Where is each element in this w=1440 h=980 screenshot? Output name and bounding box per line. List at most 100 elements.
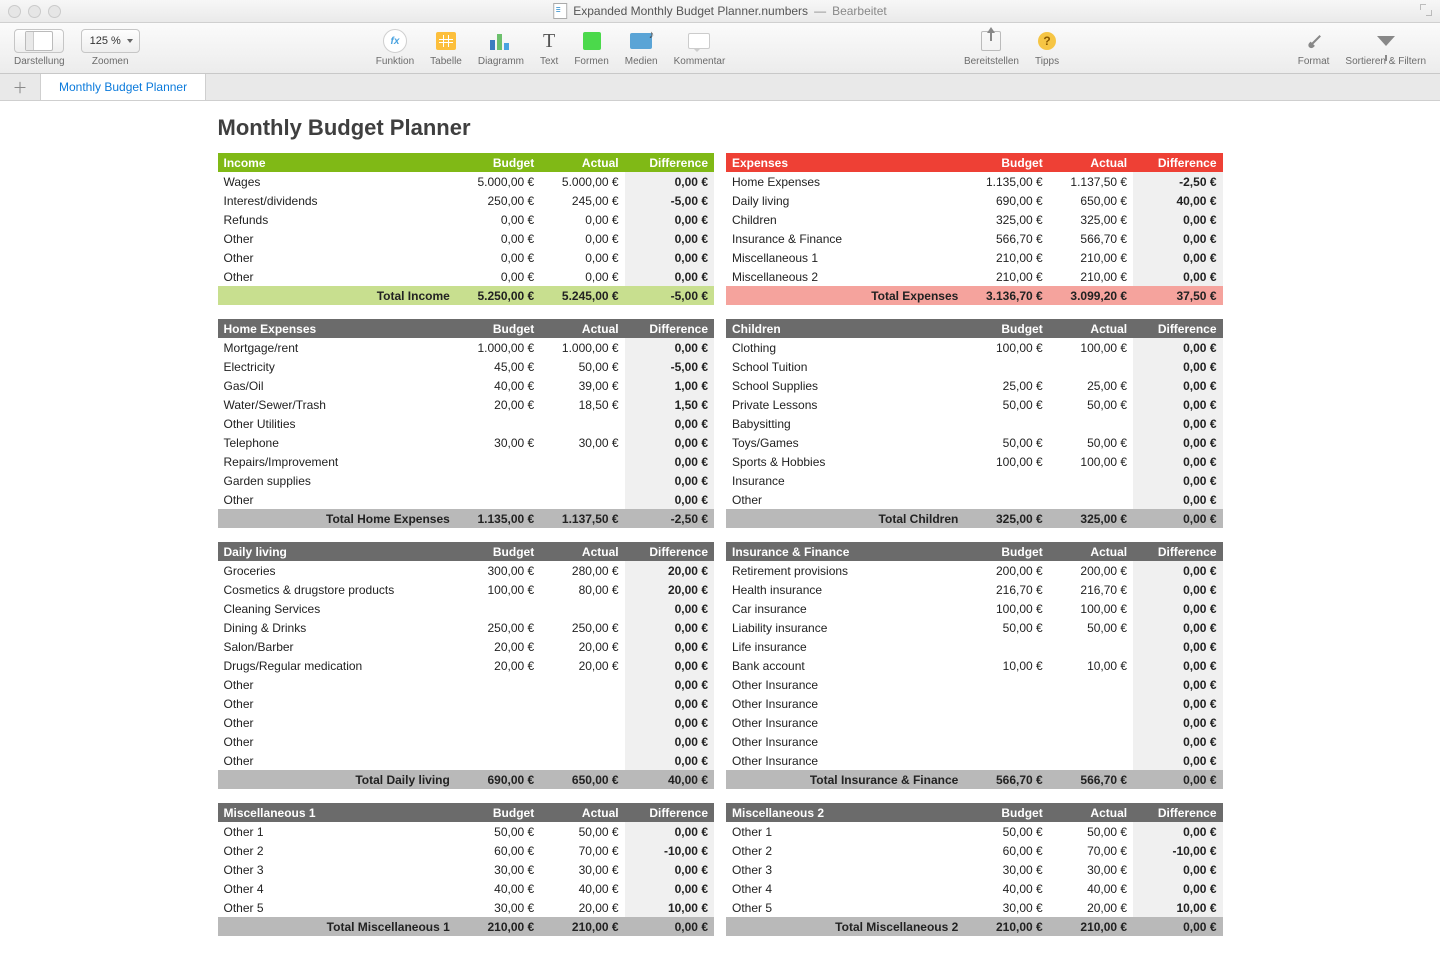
table-row[interactable]: Other 260,00 €70,00 €-10,00 € (218, 841, 715, 860)
table-row[interactable]: Telephone30,00 €30,00 €0,00 € (218, 433, 715, 452)
add-sheet-button[interactable]: ＋ (0, 74, 41, 100)
row-diff: -10,00 € (625, 841, 714, 860)
table-row[interactable]: Other 150,00 €50,00 €0,00 € (726, 822, 1223, 841)
table-row[interactable]: Other 440,00 €40,00 €0,00 € (726, 879, 1223, 898)
table-row[interactable]: Other0,00 € (218, 694, 715, 713)
table-row[interactable]: Private Lessons50,00 €50,00 €0,00 € (726, 395, 1223, 414)
table-row[interactable]: Other Insurance0,00 € (726, 751, 1223, 770)
table-row[interactable]: Other0,00 € (218, 490, 715, 509)
share-button[interactable]: Bereitstellen (964, 27, 1019, 67)
total-label: Total Income (218, 286, 456, 305)
table-miscellaneous-1[interactable]: Miscellaneous 1BudgetActualDifferenceOth… (218, 803, 715, 936)
table-row[interactable]: Other 260,00 €70,00 €-10,00 € (726, 841, 1223, 860)
table-row[interactable]: Gas/Oil40,00 €39,00 €1,00 € (218, 376, 715, 395)
table-row[interactable]: Other0,00 € (218, 732, 715, 751)
text-button[interactable]: T Text (540, 27, 558, 67)
sort-filter-button[interactable]: Sortieren & Filtern (1345, 27, 1426, 67)
table-row[interactable]: Other Insurance0,00 € (726, 675, 1223, 694)
table-row[interactable]: Other Insurance0,00 € (726, 713, 1223, 732)
row-actual (1049, 414, 1133, 433)
table-row[interactable]: Groceries300,00 €280,00 €20,00 € (218, 561, 715, 580)
row-budget: 200,00 € (964, 561, 1048, 580)
table-row[interactable]: Other Utilities0,00 € (218, 414, 715, 433)
table-row[interactable]: School Supplies25,00 €25,00 €0,00 € (726, 376, 1223, 395)
canvas[interactable]: Monthly Budget Planner IncomeBudgetActua… (0, 101, 1440, 980)
table-row[interactable]: Other0,00 € (218, 713, 715, 732)
table-row[interactable]: Liability insurance50,00 €50,00 €0,00 € (726, 618, 1223, 637)
table-row[interactable]: School Tuition0,00 € (726, 357, 1223, 376)
format-button[interactable]: Format (1298, 27, 1330, 67)
table-row[interactable]: Refunds0,00 €0,00 €0,00 € (218, 210, 715, 229)
table-row[interactable]: Other0,00 € (726, 490, 1223, 509)
table-row[interactable]: Water/Sewer/Trash20,00 €18,50 €1,50 € (218, 395, 715, 414)
table-home-expenses[interactable]: Home ExpensesBudgetActualDifferenceMortg… (218, 319, 715, 528)
media-button[interactable]: Medien (625, 27, 658, 67)
table-row[interactable]: Miscellaneous 2210,00 €210,00 €0,00 € (726, 267, 1223, 286)
table-row[interactable]: Car insurance100,00 €100,00 €0,00 € (726, 599, 1223, 618)
sheet-tab-1[interactable]: Monthly Budget Planner (41, 74, 206, 100)
table-daily-living[interactable]: Daily livingBudgetActualDifferenceGrocer… (218, 542, 715, 789)
row-actual: 210,00 € (1049, 267, 1133, 286)
table-row[interactable]: Salon/Barber20,00 €20,00 €0,00 € (218, 637, 715, 656)
table-row[interactable]: Insurance & Finance566,70 €566,70 €0,00 … (726, 229, 1223, 248)
row-diff: 0,00 € (1133, 637, 1222, 656)
table-row[interactable]: Other 530,00 €20,00 €10,00 € (218, 898, 715, 917)
table-row[interactable]: Garden supplies0,00 € (218, 471, 715, 490)
table-row[interactable]: Other0,00 € (218, 751, 715, 770)
section-header: Expenses (726, 153, 964, 172)
zoom-window-icon[interactable] (48, 5, 61, 18)
table-row[interactable]: Drugs/Regular medication20,00 €20,00 €0,… (218, 656, 715, 675)
table-row[interactable]: Insurance0,00 € (726, 471, 1223, 490)
table-row[interactable]: Other 530,00 €20,00 €10,00 € (726, 898, 1223, 917)
table-income[interactable]: IncomeBudgetActualDifferenceWages5.000,0… (218, 153, 715, 305)
table-row[interactable]: Electricity45,00 €50,00 €-5,00 € (218, 357, 715, 376)
table-row[interactable]: Wages5.000,00 €5.000,00 €0,00 € (218, 172, 715, 191)
table-row[interactable]: Miscellaneous 1210,00 €210,00 €0,00 € (726, 248, 1223, 267)
total-budget: 690,00 € (456, 770, 540, 789)
table-row[interactable]: Cosmetics & drugstore products100,00 €80… (218, 580, 715, 599)
tips-button[interactable]: ? Tipps (1035, 27, 1059, 67)
table-row[interactable]: Other 440,00 €40,00 €0,00 € (218, 879, 715, 898)
function-button[interactable]: fx Funktion (376, 27, 414, 67)
table-row[interactable]: Life insurance0,00 € (726, 637, 1223, 656)
table-row[interactable]: Repairs/Improvement0,00 € (218, 452, 715, 471)
table-row[interactable]: Other0,00 €0,00 €0,00 € (218, 229, 715, 248)
table-row[interactable]: Other 330,00 €30,00 €0,00 € (726, 860, 1223, 879)
table-row[interactable]: Other0,00 € (218, 675, 715, 694)
table-row[interactable]: Other 150,00 €50,00 €0,00 € (218, 822, 715, 841)
table-row[interactable]: Daily living690,00 €650,00 €40,00 € (726, 191, 1223, 210)
table-row[interactable]: Children325,00 €325,00 €0,00 € (726, 210, 1223, 229)
shapes-button[interactable]: Formen (574, 27, 608, 67)
table-row[interactable]: Dining & Drinks250,00 €250,00 €0,00 € (218, 618, 715, 637)
table-row[interactable]: Mortgage/rent1.000,00 €1.000,00 €0,00 € (218, 338, 715, 357)
table-row[interactable]: Health insurance216,70 €216,70 €0,00 € (726, 580, 1223, 599)
table-row[interactable]: Sports & Hobbies100,00 €100,00 €0,00 € (726, 452, 1223, 471)
table-row[interactable]: Interest/dividends250,00 €245,00 €-5,00 … (218, 191, 715, 210)
table-row[interactable]: Bank account10,00 €10,00 €0,00 € (726, 656, 1223, 675)
minimize-window-icon[interactable] (28, 5, 41, 18)
table-row[interactable]: Babysitting0,00 € (726, 414, 1223, 433)
row-diff: 0,00 € (1133, 618, 1222, 637)
table-row[interactable]: Home Expenses1.135,00 €1.137,50 €-2,50 € (726, 172, 1223, 191)
table-miscellaneous-2[interactable]: Miscellaneous 2BudgetActualDifferenceOth… (726, 803, 1223, 936)
table-button[interactable]: Tabelle (430, 27, 462, 67)
table-row[interactable]: Clothing100,00 €100,00 €0,00 € (726, 338, 1223, 357)
table-row[interactable]: Retirement provisions200,00 €200,00 €0,0… (726, 561, 1223, 580)
zoom-select[interactable]: 125 % Zoomen (81, 27, 140, 67)
table-row[interactable]: Other0,00 €0,00 €0,00 € (218, 267, 715, 286)
table-row[interactable]: Cleaning Services0,00 € (218, 599, 715, 618)
table-row[interactable]: Other 330,00 €30,00 €0,00 € (218, 860, 715, 879)
table-row[interactable]: Toys/Games50,00 €50,00 €0,00 € (726, 433, 1223, 452)
table-row[interactable]: Other Insurance0,00 € (726, 694, 1223, 713)
table-children[interactable]: ChildrenBudgetActualDifferenceClothing10… (726, 319, 1223, 528)
close-window-icon[interactable] (8, 5, 21, 18)
fullscreen-icon[interactable] (1420, 4, 1432, 16)
view-button[interactable]: Darstellung (14, 27, 65, 67)
table-insurance-finance[interactable]: Insurance & FinanceBudgetActualDifferenc… (726, 542, 1223, 789)
chart-button[interactable]: Diagramm (478, 27, 524, 67)
row-actual: 100,00 € (1049, 599, 1133, 618)
table-row[interactable]: Other0,00 €0,00 €0,00 € (218, 248, 715, 267)
comment-button[interactable]: Kommentar (674, 27, 726, 67)
table-expenses[interactable]: ExpensesBudgetActualDifferenceHome Expen… (726, 153, 1223, 305)
table-row[interactable]: Other Insurance0,00 € (726, 732, 1223, 751)
